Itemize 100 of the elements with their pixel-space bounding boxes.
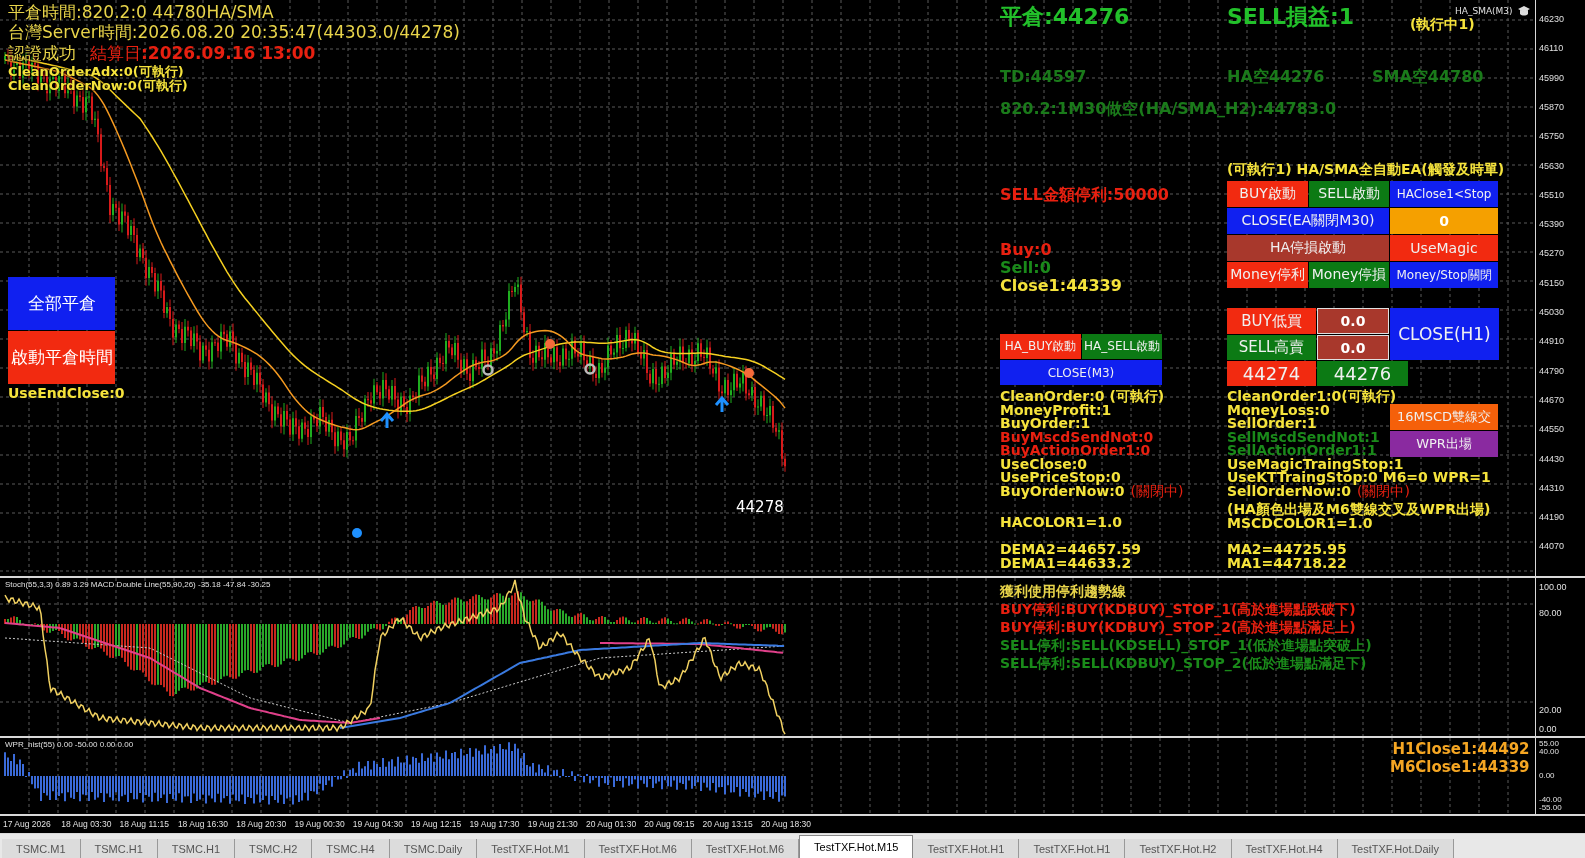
status-note: (關閉中) bbox=[1130, 482, 1184, 499]
time-label: 19 Aug 04:30 bbox=[352, 819, 403, 829]
time-label: 18 Aug 03:30 bbox=[61, 819, 112, 829]
status-text: M6Close1:44339 bbox=[1390, 758, 1530, 776]
order-button[interactable]: CLOSE(H1) bbox=[1390, 308, 1499, 360]
chart-tab[interactable]: TSMC.Daily bbox=[389, 839, 478, 858]
dot-icon bbox=[744, 368, 754, 378]
ea-button[interactable]: SELL啟動 bbox=[1309, 181, 1389, 207]
status-text: MA2=44725.95 bbox=[1227, 543, 1347, 557]
exit-button[interactable]: WPR出場 bbox=[1390, 431, 1498, 457]
status-text: UseEndClose:0 bbox=[8, 385, 125, 401]
time-label: 19 Aug 17:30 bbox=[469, 819, 520, 829]
axis-label: 20.00 bbox=[1539, 705, 1562, 715]
lot-field[interactable]: 0.0 bbox=[1317, 308, 1389, 334]
dot-icon bbox=[545, 339, 555, 349]
status-text: MA1=44718.22 bbox=[1227, 556, 1347, 570]
axis-label: 55.00 bbox=[1539, 740, 1560, 748]
status-text: HACOLOR1=1.0 bbox=[1000, 516, 1123, 530]
order-button[interactable]: SELL高賣 bbox=[1227, 335, 1316, 360]
order-button[interactable]: 44274 bbox=[1227, 361, 1316, 386]
axis-label: 45750 bbox=[1539, 131, 1565, 142]
axis-label: -55.00 bbox=[1539, 804, 1562, 812]
ea-button[interactable]: CLOSE(EA關閉M30) bbox=[1227, 208, 1389, 234]
time-label: 20 Aug 01:30 bbox=[586, 819, 637, 829]
lot-field[interactable]: 0.0 bbox=[1317, 335, 1389, 360]
axis-label: 80.00 bbox=[1539, 608, 1562, 618]
chart-tab[interactable]: TestTXF.Hot.H1 bbox=[913, 839, 1020, 858]
ea-button[interactable]: Money停損 bbox=[1309, 262, 1389, 288]
chart-tab[interactable]: TestTXF.Hot.H2 bbox=[1125, 839, 1232, 858]
time-label: 18 Aug 16:30 bbox=[177, 819, 228, 829]
status-text: SELL停利:SELL(KDBUY)_STOP_2(低於進場點滿足下) bbox=[1000, 654, 1368, 672]
status-text: HA空44276 bbox=[1227, 67, 1325, 87]
time-label: 20 Aug 18:30 bbox=[760, 819, 811, 829]
ea-button[interactable]: BUY啟動 bbox=[1227, 181, 1308, 207]
order-button[interactable]: 44276 bbox=[1317, 361, 1408, 386]
axis-label: 44790 bbox=[1539, 365, 1565, 376]
status-note: (關閉中) bbox=[1357, 482, 1410, 499]
status-text: UseMagicTraingStop:1 bbox=[1227, 455, 1404, 472]
axis-label: 0.00 bbox=[1539, 724, 1557, 734]
status-text: CleanOrder1:0(可執行) bbox=[1227, 388, 1397, 404]
axis-label: 44310 bbox=[1539, 482, 1565, 493]
status-text: SELL金額停利:50000 bbox=[1000, 185, 1169, 205]
ea-button[interactable]: HAClose1<Stop bbox=[1390, 181, 1498, 207]
ea-button[interactable]: UseMagic bbox=[1390, 235, 1498, 261]
status-text: BUY停利:BUY(KDBUY)_STOP_1(高於進場點跌破下) bbox=[1000, 600, 1357, 618]
chart-tab[interactable]: TestTXF.Hot.H4 bbox=[1231, 839, 1338, 858]
chart-tab[interactable]: TSMC.M1 bbox=[2, 839, 81, 858]
time-label: 19 Aug 12:15 bbox=[411, 819, 462, 829]
axis-label: 45390 bbox=[1539, 219, 1565, 230]
chart-tab[interactable]: TSMC.H4 bbox=[312, 839, 390, 858]
status-text: 獲利使用停利趨勢線 bbox=[1000, 582, 1127, 600]
signal-text: 820.2:1M30做空(HA/SMA_H2):44783.0 bbox=[1000, 99, 1337, 119]
action-button[interactable]: 全部平倉 bbox=[8, 277, 115, 330]
time-label: 17 Aug 2026 bbox=[3, 819, 51, 829]
axis-label: 100.00 bbox=[1539, 582, 1567, 592]
status-text: MoneyLoss:0 bbox=[1227, 401, 1330, 418]
status-text: SellActionOrder1:1 bbox=[1227, 442, 1377, 458]
header-text: 平倉時間:820.2:0 44780HA/SMA bbox=[8, 2, 275, 22]
ea-button[interactable]: HA停損啟動 bbox=[1227, 235, 1389, 261]
time-label: 20 Aug 09:15 bbox=[644, 819, 695, 829]
status-text: Buy:0 bbox=[1000, 241, 1053, 259]
chart-tab[interactable]: TestTXF.Hot.H1 bbox=[1019, 839, 1126, 858]
chart-tab[interactable]: TSMC.H2 bbox=[235, 839, 313, 858]
ea-button[interactable]: HA_SELL啟動 bbox=[1082, 334, 1162, 359]
action-button[interactable]: 啟動平倉時間 bbox=[8, 331, 115, 384]
axis-label: 44670 bbox=[1539, 394, 1565, 405]
status-text: DEMA1=44633.2 bbox=[1000, 556, 1133, 570]
chart-tab[interactable]: TestTXF.Hot.M6 bbox=[691, 839, 800, 858]
running-status: (執行中1) bbox=[1410, 16, 1475, 32]
ring-icon bbox=[584, 363, 596, 375]
time-label: 18 Aug 11:15 bbox=[119, 819, 170, 829]
axis-label: 45990 bbox=[1539, 72, 1565, 83]
chart-tab[interactable]: TestTXF.Hot.M6 bbox=[584, 839, 692, 858]
ea-button[interactable]: Money停利 bbox=[1227, 262, 1308, 288]
axis-label: 44070 bbox=[1539, 541, 1565, 552]
axis-label: 0.00 bbox=[1539, 772, 1555, 780]
axis-label: 45870 bbox=[1539, 101, 1565, 112]
chart-tab[interactable]: TestTXF.Hot.Daily bbox=[1337, 839, 1454, 858]
ea-button[interactable]: HA_BUY啟動 bbox=[1000, 334, 1081, 359]
chart-tab[interactable]: TestTXF.Hot.M15 bbox=[799, 835, 914, 858]
chart-tab[interactable]: TestTXF.Hot.M1 bbox=[477, 839, 585, 858]
axis-label: -40.00 bbox=[1539, 796, 1562, 804]
chart-tab[interactable]: TSMC.H1 bbox=[80, 839, 158, 858]
axis-label: 45270 bbox=[1539, 248, 1565, 259]
indicator-title: WPR_hist(55) 0.00 -50.00 0.00 0.00 bbox=[5, 740, 134, 750]
status-text: (HA顏色出場及M6雙線交叉及WPR出場) bbox=[1227, 503, 1491, 517]
indicator-title: Stoch(55,3,3) 0.89 3.29 MACD Double Line(55,90,26) -35.18 -47.84 -30.25 bbox=[5, 580, 271, 590]
ea-button[interactable]: Money/Stop關閉 bbox=[1390, 262, 1498, 288]
status-text: MoneyProfit:1 bbox=[1000, 401, 1112, 418]
status-text: SMA空44780 bbox=[1372, 67, 1484, 87]
axis-label: 44550 bbox=[1539, 424, 1565, 435]
ea-button[interactable]: CLOSE(M3) bbox=[1000, 360, 1162, 385]
chart-tab[interactable]: TSMC.H1 bbox=[157, 839, 236, 858]
exit-button[interactable]: 16MSCD雙線交 bbox=[1390, 404, 1498, 430]
axis-label: 40.00 bbox=[1539, 748, 1560, 756]
up-arrow-icon bbox=[714, 395, 730, 414]
axis-label: 44190 bbox=[1539, 512, 1565, 523]
order-button[interactable]: BUY低買 bbox=[1227, 308, 1316, 334]
axis-label: 45150 bbox=[1539, 277, 1565, 288]
axis-label: 45510 bbox=[1539, 189, 1565, 200]
